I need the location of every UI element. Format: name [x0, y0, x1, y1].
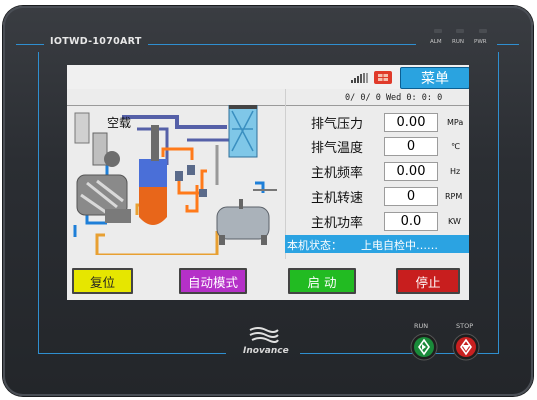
start-button[interactable]: 启 动 [288, 268, 356, 294]
alm-led [434, 29, 442, 33]
hw-run-label: RUN [414, 322, 429, 330]
frame-line [38, 52, 39, 354]
frame-line [38, 353, 226, 354]
reading-value-pressure: 0.00 [384, 113, 438, 132]
led-label-alm: ALM [430, 39, 442, 45]
diagram-status-label: 空载 [107, 116, 132, 130]
reading-value-temperature: 0 [384, 137, 438, 156]
frame-line [16, 44, 44, 45]
reading-unit-power: KW [448, 217, 461, 226]
status-label: 本机状态： [287, 239, 342, 252]
status-value: 上电自检中…… [361, 239, 438, 252]
reading-label-temperature: 排气温度 [311, 141, 364, 156]
reset-button[interactable]: 复位 [72, 268, 133, 294]
hw-stop-button[interactable] [452, 333, 480, 361]
hw-run-button[interactable] [410, 333, 438, 361]
reading-unit-frequency: Hz [450, 167, 461, 176]
reading-label-speed: 主机转速 [311, 191, 364, 206]
reading-value-power: 0.0 [384, 212, 438, 231]
reading-unit-pressure: MPa [447, 118, 464, 127]
frame-line [497, 44, 519, 45]
reading-value-speed: 0 [384, 187, 438, 206]
inovance-logo-icon [249, 327, 279, 343]
auto-mode-button[interactable]: 自动模式 [179, 268, 247, 294]
model-name: IOTWD-1070ART [50, 36, 142, 47]
compressor-diagram [73, 105, 277, 255]
frame-line [148, 44, 416, 45]
sim-card-icon [374, 71, 392, 84]
menu-button[interactable]: 菜单 [400, 67, 469, 89]
signal-icon [351, 73, 368, 83]
reading-label-power: 主机功率 [311, 216, 364, 231]
led-label-pwr: PWR [474, 39, 487, 45]
run-led [456, 29, 464, 33]
pwr-led [479, 29, 487, 33]
divider [285, 89, 286, 259]
led-label-run: RUN [452, 39, 464, 45]
reading-unit-speed: RPM [445, 192, 463, 201]
reading-label-pressure: 排气压力 [311, 117, 364, 132]
reading-label-frequency: 主机频率 [311, 166, 364, 181]
reading-unit-temperature: ℃ [451, 142, 460, 151]
touch-screen: 菜单 0/ 0/ 0 Wed 0: 0: 0 空载 排气压力 0.00 MPa … [67, 65, 469, 300]
status-bar: 本机状态： 上电自检中…… [285, 235, 469, 253]
stop-button[interactable]: 停止 [396, 268, 460, 294]
brand-name: Inovance [243, 346, 289, 356]
hw-stop-label: STOP [456, 322, 474, 330]
frame-line [498, 52, 499, 354]
reading-value-frequency: 0.00 [384, 162, 438, 181]
datetime-display: 0/ 0/ 0 Wed 0: 0: 0 [345, 93, 443, 103]
